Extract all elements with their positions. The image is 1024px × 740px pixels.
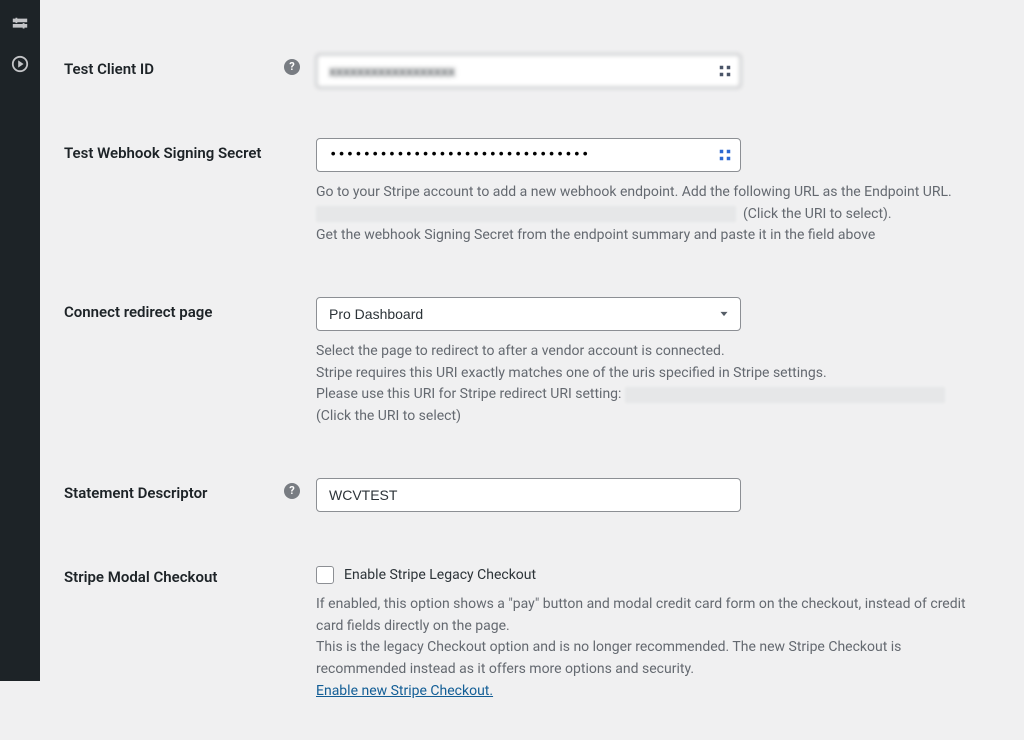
label-webhook-secret: Test Webhook Signing Secret — [64, 144, 261, 162]
statement-descriptor-input[interactable] — [316, 478, 741, 512]
label-statement-descriptor: Statement Descriptor — [64, 484, 207, 504]
enable-legacy-checkout-label: Enable Stripe Legacy Checkout — [344, 567, 536, 583]
webhook-secret-desc-1: Go to your Stripe account to add a new w… — [316, 182, 976, 247]
input-wrap-statement-descriptor — [316, 478, 741, 512]
play-menu-icon[interactable] — [4, 48, 36, 80]
input-wrap-test-client-id — [316, 54, 741, 88]
help-icon[interactable]: ? — [284, 59, 300, 75]
sliders-icon — [11, 15, 29, 33]
label-connect-redirect: Connect redirect page — [64, 303, 212, 321]
redacted-redirect-uri[interactable] — [625, 387, 945, 403]
password-manager-icon[interactable] — [717, 147, 733, 163]
modal-checkout-desc: If enabled, this option shows a "pay" bu… — [316, 594, 976, 702]
chevron-down-icon — [717, 307, 731, 321]
connect-redirect-select[interactable]: Pro Dashboard — [316, 297, 741, 331]
password-manager-icon[interactable] — [717, 63, 733, 79]
help-icon[interactable]: ? — [284, 483, 300, 499]
row-statement-descriptor: Statement Descriptor ? — [64, 466, 992, 548]
settings-form-table: Test Client ID ? Test Webhook Signing Se… — [62, 40, 994, 740]
play-circle-icon — [11, 55, 29, 73]
select-wrap-connect-redirect: Pro Dashboard — [316, 297, 741, 331]
label-stripe-modal-checkout: Stripe Modal Checkout — [64, 568, 217, 586]
row-stripe-modal-checkout: Stripe Modal Checkout Enable Stripe Lega… — [64, 550, 992, 738]
tools-menu-icon[interactable] — [4, 8, 36, 40]
test-client-id-input[interactable] — [316, 54, 741, 88]
input-wrap-webhook-secret — [316, 138, 741, 172]
row-webhook-secret: Test Webhook Signing Secret Go to your S… — [64, 126, 992, 283]
enable-new-stripe-checkout-link[interactable]: Enable new Stripe Checkout. — [316, 683, 493, 699]
redacted-url[interactable] — [316, 206, 736, 222]
enable-legacy-checkout-checkbox[interactable] — [316, 566, 334, 584]
row-test-client-id: Test Client ID ? — [64, 42, 992, 124]
label-test-client-id: Test Client ID — [64, 60, 154, 80]
connect-redirect-desc: Select the page to redirect to after a v… — [316, 341, 976, 428]
admin-sidebar — [0, 0, 40, 681]
webhook-secret-input[interactable] — [316, 138, 741, 172]
settings-form-panel: Test Client ID ? Test Webhook Signing Se… — [40, 0, 1024, 681]
checkbox-row-modal-checkout: Enable Stripe Legacy Checkout — [316, 562, 982, 584]
row-connect-redirect: Connect redirect page Pro Dashboard Sele… — [64, 285, 992, 464]
